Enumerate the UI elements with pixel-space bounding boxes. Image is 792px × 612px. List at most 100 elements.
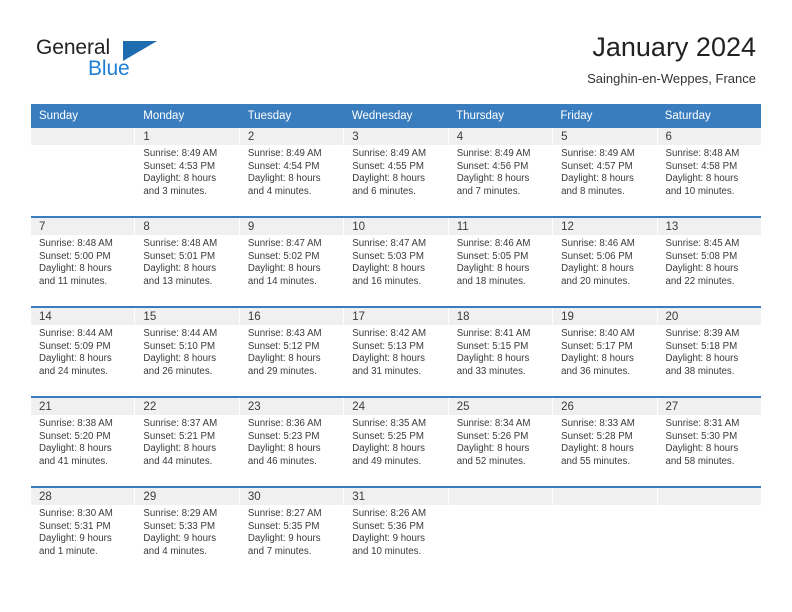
- day-number: 23: [239, 398, 344, 415]
- daylight-duration-line1: Daylight: 8 hours: [456, 263, 530, 275]
- day-number: 17: [344, 308, 448, 325]
- calendar-day-cell[interactable]: 28 Sunrise: 8:30 AM Sunset: 5:31 PM Dayligh…: [31, 488, 136, 576]
- calendar-day-cell[interactable]: 24 Sunrise: 8:35 AM Sunset: 5:25 PM Dayligh…: [344, 398, 449, 486]
- daylight-duration-line1: Daylight: 8 hours: [352, 443, 425, 455]
- day-number: 1: [135, 128, 239, 145]
- day-number: 11: [448, 218, 553, 235]
- day-info: Sunrise: 8:48 AM Sunset: 5:00 PM Daylight:…: [31, 235, 134, 288]
- calendar-day-cell[interactable]: 19 Sunrise: 8:40 AM Sunset: 5:17 PM Dayligh…: [553, 308, 658, 396]
- daylight-duration-line2: and 4 minutes.: [143, 545, 207, 557]
- daylight-duration-line1: Daylight: 8 hours: [456, 353, 530, 365]
- calendar-day-cell[interactable]: 10 Sunrise: 8:47 AM Sunset: 5:03 PM Dayligh…: [344, 218, 449, 306]
- daylight-duration-line1: Daylight: 8 hours: [561, 173, 634, 185]
- calendar-day-cell[interactable]: 8 Sunrise: 8:48 AM Sunset: 5:01 PM Daylight…: [135, 218, 240, 306]
- calendar-day-cell[interactable]: 26 Sunrise: 8:33 AM Sunset: 5:28 PM Dayligh…: [553, 398, 658, 486]
- day-number: 31: [344, 488, 448, 505]
- calendar-day-cell[interactable]: 20 Sunrise: 8:39 AM Sunset: 5:18 PM Dayligh…: [657, 308, 761, 396]
- calendar-day-cell[interactable]: 27 Sunrise: 8:31 AM Sunset: 5:30 PM Dayligh…: [657, 398, 761, 486]
- sunset-time: Sunset: 5:15 PM: [456, 340, 529, 352]
- daylight-duration-line1: Daylight: 8 hours: [456, 443, 530, 455]
- calendar-day-cell[interactable]: 18 Sunrise: 8:41 AM Sunset: 5:15 PM Dayligh…: [448, 308, 554, 396]
- sunset-time: Sunset: 5:13 PM: [352, 340, 424, 352]
- calendar-day-cell[interactable]: 21 Sunrise: 8:38 AM Sunset: 5:20 PM Dayligh…: [31, 398, 136, 486]
- sunset-time: Sunset: 5:33 PM: [143, 520, 216, 532]
- calendar-day-cell[interactable]: 31 Sunrise: 8:26 AM Sunset: 5:36 PM Dayligh…: [344, 488, 449, 576]
- day-number: 24: [344, 398, 448, 415]
- weekday-header-wednesday: Wednesday: [351, 110, 413, 122]
- calendar-day-cell[interactable]: 17 Sunrise: 8:42 AM Sunset: 5:13 PM Dayligh…: [344, 308, 449, 396]
- daylight-duration-line2: and 33 minutes.: [456, 365, 526, 377]
- daylight-duration-line2: and 38 minutes.: [665, 365, 735, 377]
- day-info: Sunrise: 8:48 AM Sunset: 4:58 PM Daylight:…: [658, 145, 761, 198]
- calendar-day-cell[interactable]: 7 Sunrise: 8:48 AM Sunset: 5:00 PM Daylight…: [31, 218, 136, 306]
- sunset-time: Sunset: 4:55 PM: [352, 160, 424, 172]
- page-title: January 2024: [592, 32, 756, 62]
- daylight-duration-line1: Daylight: 8 hours: [247, 443, 321, 455]
- calendar-day-cell[interactable]: 5 Sunrise: 8:49 AM Sunset: 4:57 PM Daylight…: [553, 128, 658, 216]
- calendar-day-cell[interactable]: 6 Sunrise: 8:48 AM Sunset: 4:58 PM Daylight…: [657, 128, 761, 216]
- sunset-time: Sunset: 4:58 PM: [665, 160, 738, 172]
- day-info: Sunrise: 8:42 AM Sunset: 5:13 PM Daylight:…: [344, 325, 447, 378]
- daylight-duration-line2: and 31 minutes.: [352, 365, 422, 377]
- day-info: [553, 505, 656, 508]
- sunrise-time: Sunrise: 8:45 AM: [665, 238, 740, 249]
- calendar-day-cell[interactable]: 25 Sunrise: 8:34 AM Sunset: 5:26 PM Dayligh…: [448, 398, 554, 486]
- sunset-time: Sunset: 5:10 PM: [143, 340, 216, 352]
- day-number: 22: [135, 398, 239, 415]
- sunrise-time: Sunrise: 8:35 AM: [352, 418, 427, 429]
- sunrise-time: Sunrise: 8:44 AM: [39, 328, 113, 339]
- calendar-day-cell[interactable]: 12 Sunrise: 8:46 AM Sunset: 5:06 PM Dayligh…: [553, 218, 658, 306]
- calendar-day-cell[interactable]: 4 Sunrise: 8:49 AM Sunset: 4:56 PM Daylight…: [448, 128, 554, 216]
- calendar-day-cell[interactable]: 3 Sunrise: 8:49 AM Sunset: 4:55 PM Daylight…: [344, 128, 449, 216]
- day-number: 2: [239, 128, 344, 145]
- calendar-day-cell[interactable]: 13 Sunrise: 8:45 AM Sunset: 5:08 PM Dayligh…: [657, 218, 761, 306]
- daylight-duration-line2: and 3 minutes.: [143, 185, 207, 197]
- daylight-duration-line1: Daylight: 8 hours: [456, 173, 530, 185]
- sunrise-time: Sunrise: 8:31 AM: [665, 418, 740, 429]
- sunrise-time: Sunrise: 8:46 AM: [456, 238, 531, 249]
- daylight-duration-line1: Daylight: 8 hours: [665, 353, 739, 365]
- sunrise-time: Sunrise: 8:48 AM: [665, 148, 740, 159]
- calendar-day-cell[interactable]: 2 Sunrise: 8:49 AM Sunset: 4:54 PM Daylight…: [239, 128, 345, 216]
- calendar-day-cell[interactable]: 1 Sunrise: 8:49 AM Sunset: 4:53 PM Daylight…: [135, 128, 240, 216]
- sunrise-time: Sunrise: 8:29 AM: [143, 508, 218, 519]
- daylight-duration-line2: and 41 minutes.: [39, 455, 108, 467]
- calendar-day-cell[interactable]: 11 Sunrise: 8:46 AM Sunset: 5:05 PM Dayligh…: [448, 218, 554, 306]
- day-number: 3: [344, 128, 448, 145]
- sunrise-time: Sunrise: 8:48 AM: [39, 238, 113, 249]
- sunrise-time: Sunrise: 8:49 AM: [561, 148, 635, 159]
- calendar-day-cell-empty: [31, 128, 136, 216]
- day-info: Sunrise: 8:38 AM Sunset: 5:20 PM Daylight:…: [31, 415, 134, 468]
- calendar-week-row: 14 Sunrise: 8:44 AM Sunset: 5:09 PM Dayligh…: [31, 306, 761, 396]
- sunset-time: Sunset: 4:57 PM: [561, 160, 633, 172]
- calendar-day-cell[interactable]: 15 Sunrise: 8:44 AM Sunset: 5:10 PM Dayligh…: [135, 308, 240, 396]
- daylight-duration-line2: and 16 minutes.: [352, 275, 422, 287]
- calendar-day-cell[interactable]: 9 Sunrise: 8:47 AM Sunset: 5:02 PM Daylight…: [239, 218, 345, 306]
- day-info: Sunrise: 8:49 AM Sunset: 4:53 PM Daylight:…: [135, 145, 238, 198]
- daylight-duration-line2: and 7 minutes.: [456, 185, 521, 197]
- daylight-duration-line2: and 14 minutes.: [247, 275, 317, 287]
- daylight-duration-line2: and 4 minutes.: [247, 185, 312, 197]
- daylight-duration-line2: and 29 minutes.: [247, 365, 317, 377]
- calendar-day-cell[interactable]: 14 Sunrise: 8:44 AM Sunset: 5:09 PM Dayligh…: [31, 308, 136, 396]
- day-number: 14: [31, 308, 135, 325]
- calendar-week-row: 21 Sunrise: 8:38 AM Sunset: 5:20 PM Dayligh…: [31, 396, 761, 486]
- daylight-duration-line2: and 7 minutes.: [247, 545, 312, 557]
- day-number: 18: [448, 308, 553, 325]
- sunset-time: Sunset: 5:20 PM: [39, 430, 111, 442]
- calendar-day-cell[interactable]: 16 Sunrise: 8:43 AM Sunset: 5:12 PM Dayligh…: [239, 308, 345, 396]
- sunset-time: Sunset: 5:26 PM: [456, 430, 529, 442]
- day-info: Sunrise: 8:48 AM Sunset: 5:01 PM Daylight:…: [135, 235, 238, 288]
- calendar-day-cell[interactable]: 23 Sunrise: 8:36 AM Sunset: 5:23 PM Dayligh…: [239, 398, 345, 486]
- sunset-time: Sunset: 5:12 PM: [247, 340, 320, 352]
- calendar-day-cell[interactable]: 22 Sunrise: 8:37 AM Sunset: 5:21 PM Dayligh…: [135, 398, 240, 486]
- calendar-day-cell[interactable]: 29 Sunrise: 8:29 AM Sunset: 5:33 PM Dayligh…: [135, 488, 240, 576]
- day-number: 6: [657, 128, 761, 145]
- calendar-day-cell[interactable]: 30 Sunrise: 8:27 AM Sunset: 5:35 PM Dayligh…: [239, 488, 345, 576]
- calendar-weeks: 1 Sunrise: 8:49 AM Sunset: 4:53 PM Daylight…: [31, 128, 761, 576]
- day-number: 20: [657, 308, 761, 325]
- sunrise-time: Sunrise: 8:34 AM: [456, 418, 531, 429]
- day-info: Sunrise: 8:49 AM Sunset: 4:55 PM Daylight:…: [344, 145, 447, 198]
- general-blue-logo[interactable]: General Blue: [36, 36, 236, 88]
- day-number: [553, 488, 657, 505]
